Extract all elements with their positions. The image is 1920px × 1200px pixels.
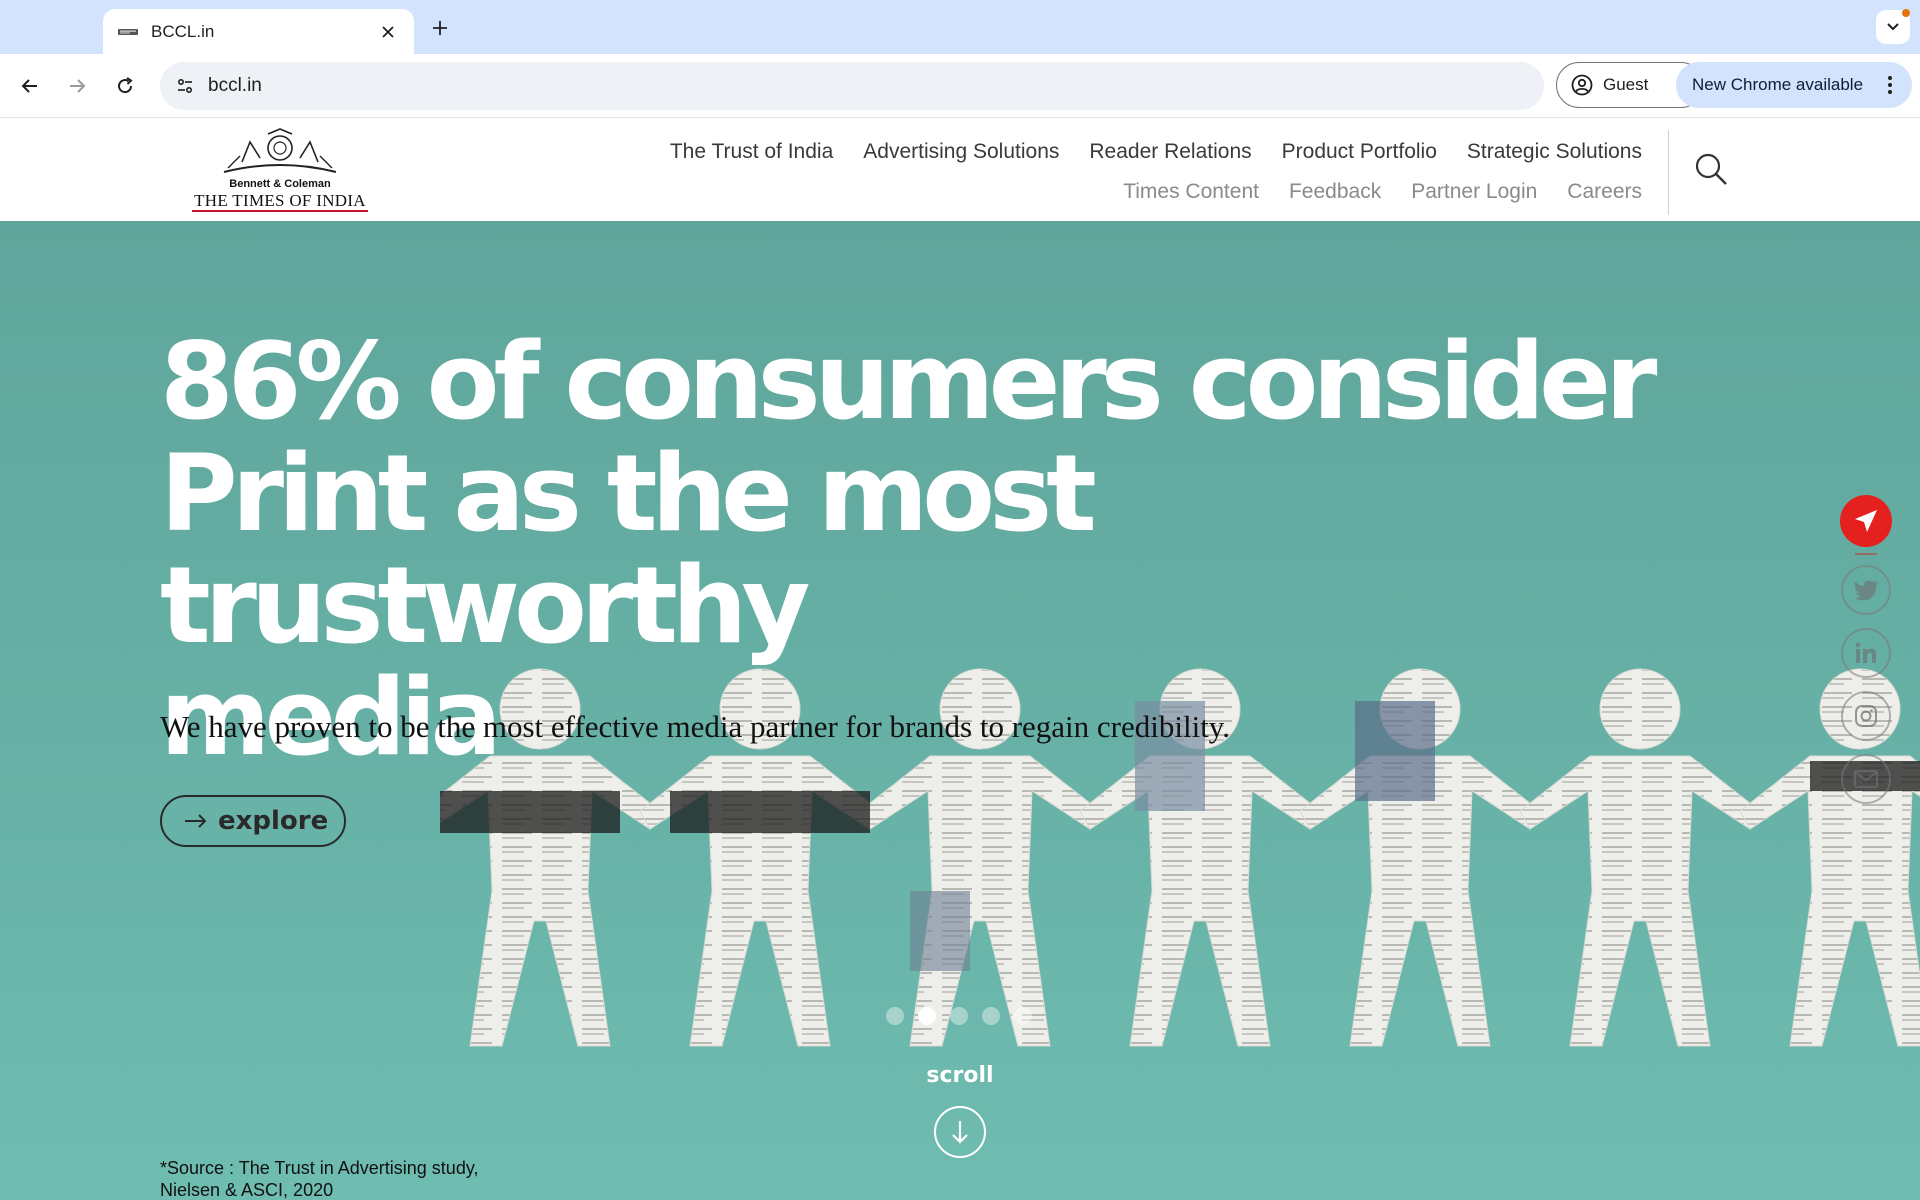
forward-button[interactable] xyxy=(61,70,93,102)
hero-banner: 86% of consumers consider Print as the m… xyxy=(0,221,1920,1200)
logo-rule xyxy=(192,210,368,212)
profile-label: Guest xyxy=(1603,75,1649,94)
scroll-down-button[interactable] xyxy=(934,1106,986,1158)
mail-icon xyxy=(1854,770,1878,788)
browser-tab-strip: BCCL.in xyxy=(0,0,1920,54)
site-search-button[interactable] xyxy=(1690,148,1732,190)
carousel-dots xyxy=(886,1007,1032,1025)
site-favicon-icon xyxy=(117,25,139,39)
browser-tab[interactable]: BCCL.in xyxy=(103,9,414,54)
instagram-button[interactable] xyxy=(1841,691,1891,741)
share-button[interactable] xyxy=(1840,495,1892,547)
mail-button[interactable] xyxy=(1841,754,1891,804)
account-icon xyxy=(1571,74,1593,96)
scroll-label: scroll xyxy=(926,1063,994,1088)
url-text: bccl.in xyxy=(208,75,262,96)
explore-button[interactable]: explore xyxy=(160,795,346,847)
twitter-icon xyxy=(1854,580,1878,601)
secondary-nav: Times Content Feedback Partner Login Car… xyxy=(1123,180,1642,204)
carousel-dot-2[interactable] xyxy=(918,1007,936,1025)
rail-divider xyxy=(1855,553,1877,555)
browser-toolbar: bccl.in Guest New Chrome available xyxy=(0,54,1920,118)
close-tab-icon[interactable] xyxy=(376,20,400,44)
share-icon xyxy=(1855,510,1877,532)
source-note: *Source : The Trust in Advertising study… xyxy=(160,1157,479,1200)
hero-headline: 86% of consumers consider Print as the m… xyxy=(160,326,1760,774)
nav-trust-of-india[interactable]: The Trust of India xyxy=(670,140,833,164)
nav-careers[interactable]: Careers xyxy=(1567,180,1642,204)
carousel-dot-3[interactable] xyxy=(950,1007,968,1025)
update-label: New Chrome available xyxy=(1692,75,1864,94)
source-line-1: *Source : The Trust in Advertising study… xyxy=(160,1158,479,1178)
explore-label: explore xyxy=(218,806,329,836)
arrow-right-icon xyxy=(184,813,208,829)
forward-arrow-icon xyxy=(70,79,86,93)
search-icon xyxy=(1695,153,1727,185)
nav-advertising-solutions[interactable]: Advertising Solutions xyxy=(863,140,1059,164)
nav-product-portfolio[interactable]: Product Portfolio xyxy=(1282,140,1437,164)
linkedin-icon xyxy=(1855,642,1876,663)
kebab-menu-icon[interactable] xyxy=(1880,70,1900,100)
nav-strategic-solutions[interactable]: Strategic Solutions xyxy=(1467,140,1642,164)
headline-line-1: 86% of consumers consider xyxy=(160,320,1657,443)
plus-icon xyxy=(433,21,447,35)
source-line-2: Nielsen & ASCI, 2020 xyxy=(160,1180,334,1200)
tab-search-button[interactable] xyxy=(1876,9,1910,44)
coat-of-arms-icon xyxy=(223,128,337,173)
site-info-icon[interactable] xyxy=(170,71,200,101)
carousel-dot-4[interactable] xyxy=(982,1007,1000,1025)
chevron-down-icon xyxy=(1887,23,1899,31)
header-divider xyxy=(1668,130,1669,215)
carousel-dot-1[interactable] xyxy=(886,1007,904,1025)
twitter-button[interactable] xyxy=(1841,565,1891,615)
instagram-icon xyxy=(1855,705,1877,727)
hero-subheadline: We have proven to be the most effective … xyxy=(160,709,1231,744)
primary-nav: The Trust of India Advertising Solutions… xyxy=(670,140,1642,164)
chrome-update-button[interactable]: New Chrome available xyxy=(1676,62,1912,108)
logo-line-1: Bennett & Coleman xyxy=(229,178,331,190)
nav-partner-login[interactable]: Partner Login xyxy=(1411,180,1537,204)
nav-reader-relations[interactable]: Reader Relations xyxy=(1089,140,1251,164)
tab-title: BCCL.in xyxy=(151,21,215,41)
new-tab-button[interactable] xyxy=(425,13,455,43)
arrow-down-icon xyxy=(952,1121,968,1144)
back-arrow-icon xyxy=(21,79,37,93)
nav-feedback[interactable]: Feedback xyxy=(1289,180,1381,204)
address-bar[interactable]: bccl.in xyxy=(160,62,1544,110)
site-header: Bennett & Coleman THE TIMES OF INDIA The… xyxy=(0,118,1920,221)
logo-line-2: THE TIMES OF INDIA xyxy=(194,191,366,210)
notification-dot xyxy=(1902,9,1910,17)
nav-times-content[interactable]: Times Content xyxy=(1123,180,1259,204)
site-logo[interactable]: Bennett & Coleman THE TIMES OF INDIA xyxy=(190,128,370,212)
back-button[interactable] xyxy=(14,70,46,102)
linkedin-button[interactable] xyxy=(1841,628,1891,678)
reload-button[interactable] xyxy=(109,70,141,102)
headline-line-2: Print as the most trustworthy xyxy=(160,432,1097,667)
reload-icon xyxy=(118,77,133,94)
carousel-dot-5[interactable] xyxy=(1014,1007,1032,1025)
